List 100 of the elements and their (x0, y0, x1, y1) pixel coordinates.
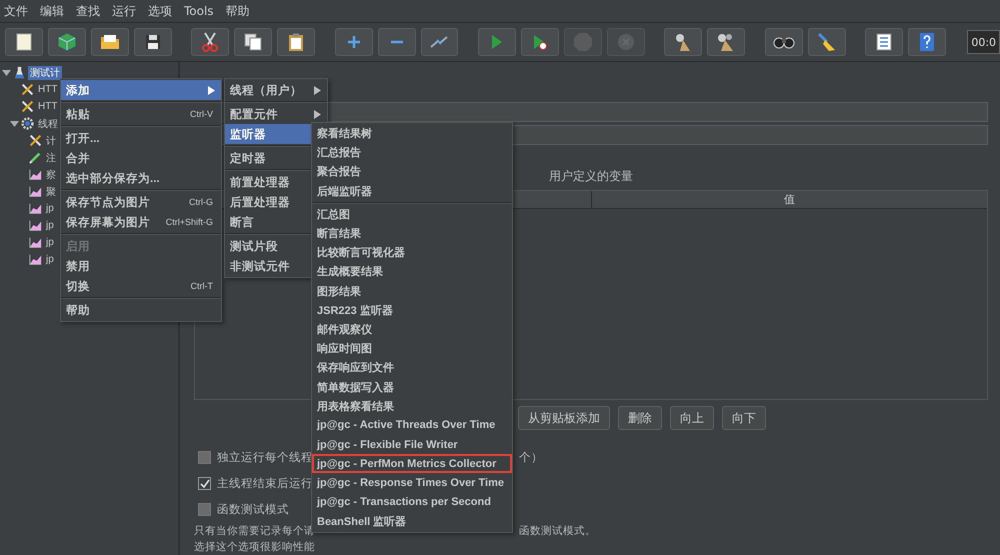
menu-item[interactable]: 聚合报告 (312, 162, 512, 182)
tree-item[interactable]: 计 (44, 134, 58, 148)
menu-item[interactable]: 切换 Ctrl-T (61, 276, 221, 296)
menu-item[interactable]: 图形结果 (312, 282, 512, 301)
menu-item[interactable]: 配置元件 (225, 104, 327, 124)
tree-item[interactable]: HTT (36, 101, 60, 112)
toolbar-button[interactable] (664, 28, 702, 56)
checkbox[interactable] (198, 477, 211, 490)
menu-item[interactable]: JSR223 监听器 (312, 300, 512, 320)
menu-item[interactable]: 用表格察看结果 (312, 396, 512, 416)
toolbar-button[interactable] (234, 28, 272, 56)
play-icon (532, 34, 547, 50)
toolbar-button[interactable] (90, 28, 129, 56)
toolbar-button[interactable] (764, 28, 803, 56)
caret-down-icon[interactable] (2, 68, 11, 77)
toolbar-button[interactable] (707, 28, 746, 56)
tree-item[interactable]: jp (44, 254, 56, 265)
submenu-arrow-icon (314, 110, 321, 118)
menu-item[interactable]: 保存屏幕为图片 Ctrl+Shift-G (61, 212, 221, 232)
toolbar-button[interactable] (191, 28, 230, 56)
submenu-arrow-icon (314, 86, 321, 94)
menu-item[interactable]: jp@gc - Active Threads Over Time (312, 416, 512, 435)
play-icon (490, 34, 503, 50)
graph-icon (29, 253, 42, 266)
menu-item[interactable]: 简单数据写入器 (312, 377, 512, 397)
menu-item[interactable]: 汇总图 (312, 204, 512, 224)
menu-bar-item[interactable]: 帮助 (226, 2, 250, 20)
toolbar-button[interactable] (864, 28, 903, 56)
tree-item[interactable]: 聚 (44, 184, 58, 198)
toolbar-button[interactable] (48, 28, 86, 56)
table-button[interactable]: 删除 (618, 406, 662, 430)
graph-icon (29, 219, 42, 232)
menu-item[interactable]: BeanShell 监听器 (312, 512, 512, 531)
toolbar-button[interactable] (520, 28, 559, 56)
graph-icon (29, 236, 42, 249)
menu-item[interactable]: 汇总报告 (312, 143, 512, 162)
column-header[interactable]: 值 (591, 191, 987, 208)
table-button[interactable]: 从剪贴板添加 (518, 406, 610, 430)
caret-down-icon[interactable] (10, 119, 19, 128)
menu-item[interactable]: 线程（用户） (225, 80, 327, 100)
menu-item[interactable]: 帮助 (61, 300, 221, 320)
checkbox[interactable] (198, 503, 211, 516)
toolbar-button[interactable] (908, 28, 946, 56)
clipboard-icon (288, 32, 304, 52)
menu-item[interactable]: 后端监听器 (312, 182, 512, 201)
checkbox-label: 个） (519, 450, 543, 465)
tree-item[interactable]: 注 (44, 150, 58, 164)
tree-item[interactable]: HTT (36, 84, 60, 95)
menu-item[interactable]: 保存节点为图片 Ctrl-G (61, 192, 221, 212)
menu-bar-item[interactable]: 运行 (112, 2, 136, 20)
tree-item[interactable]: jp (44, 203, 56, 214)
tree-item[interactable]: 线程 (36, 116, 60, 130)
submenu-arrow-icon (208, 86, 215, 94)
menu-item[interactable]: 禁用 (61, 256, 221, 276)
menu-item[interactable]: jp@gc - Flexible File Writer (312, 435, 512, 454)
menu-item[interactable]: 添加 (61, 80, 221, 100)
menu-item[interactable]: 响应时间图 (312, 339, 512, 358)
table-button[interactable]: 向下 (722, 406, 766, 430)
list-icon (876, 33, 892, 51)
menu-item[interactable]: 生成概要结果 (312, 262, 512, 282)
checkbox-label: 函数测试模式 (217, 502, 289, 517)
wrench-icon (21, 100, 34, 113)
elapsed-time: 00:0 (967, 30, 1000, 54)
menu-item[interactable]: jp@gc - PerfMon Metrics Collector (312, 454, 512, 474)
toggle-icon (430, 35, 448, 49)
menu-bar-item[interactable]: 文件 (4, 2, 28, 20)
broom-icon (816, 32, 837, 52)
copy-icon (244, 33, 262, 51)
toolbar-button[interactable] (420, 28, 458, 56)
description-text: 函数测试模式。 (519, 524, 596, 539)
menu-item[interactable]: 打开... (61, 128, 221, 148)
toolbar-button[interactable] (134, 28, 172, 56)
menu-item[interactable]: 保存响应到文件 (312, 358, 512, 378)
menu-bar-item[interactable]: 选项 (148, 2, 172, 20)
menu-bar-item[interactable]: 编辑 (40, 2, 64, 20)
toolbar-button[interactable] (277, 28, 316, 56)
document-icon (16, 33, 32, 51)
menu-item[interactable]: 断言结果 (312, 224, 512, 244)
menu-item[interactable]: 选中部分保存为... (61, 168, 221, 188)
menu-item[interactable]: 邮件观察仪 (312, 320, 512, 340)
toolbar-button[interactable] (5, 28, 43, 56)
graph-icon (29, 185, 42, 198)
menu-item[interactable]: jp@gc - Transactions per Second (312, 492, 512, 512)
gear-icon (21, 117, 34, 130)
toolbar-button[interactable] (808, 28, 846, 56)
menu-bar-item[interactable]: 查找 (76, 2, 100, 20)
menu-item[interactable]: jp@gc - Response Times Over Time (312, 473, 512, 493)
menu-item[interactable]: 合并 (61, 148, 221, 168)
menu-bar-item[interactable]: Tools (184, 4, 214, 18)
wrench-icon (29, 134, 42, 147)
tree-item[interactable]: jp (44, 237, 56, 248)
checkbox[interactable] (198, 451, 211, 464)
tree-item[interactable]: 测试计 (28, 66, 62, 80)
folder-icon (100, 34, 120, 50)
tree-item[interactable]: 察 (44, 168, 58, 182)
stop-circle-icon (616, 33, 635, 51)
menu-item[interactable]: 粘贴 Ctrl-V (61, 104, 221, 124)
table-button[interactable]: 向上 (670, 406, 714, 430)
menu-item[interactable]: 比较断言可视化器 (312, 243, 512, 262)
tree-item[interactable]: jp (44, 220, 56, 231)
